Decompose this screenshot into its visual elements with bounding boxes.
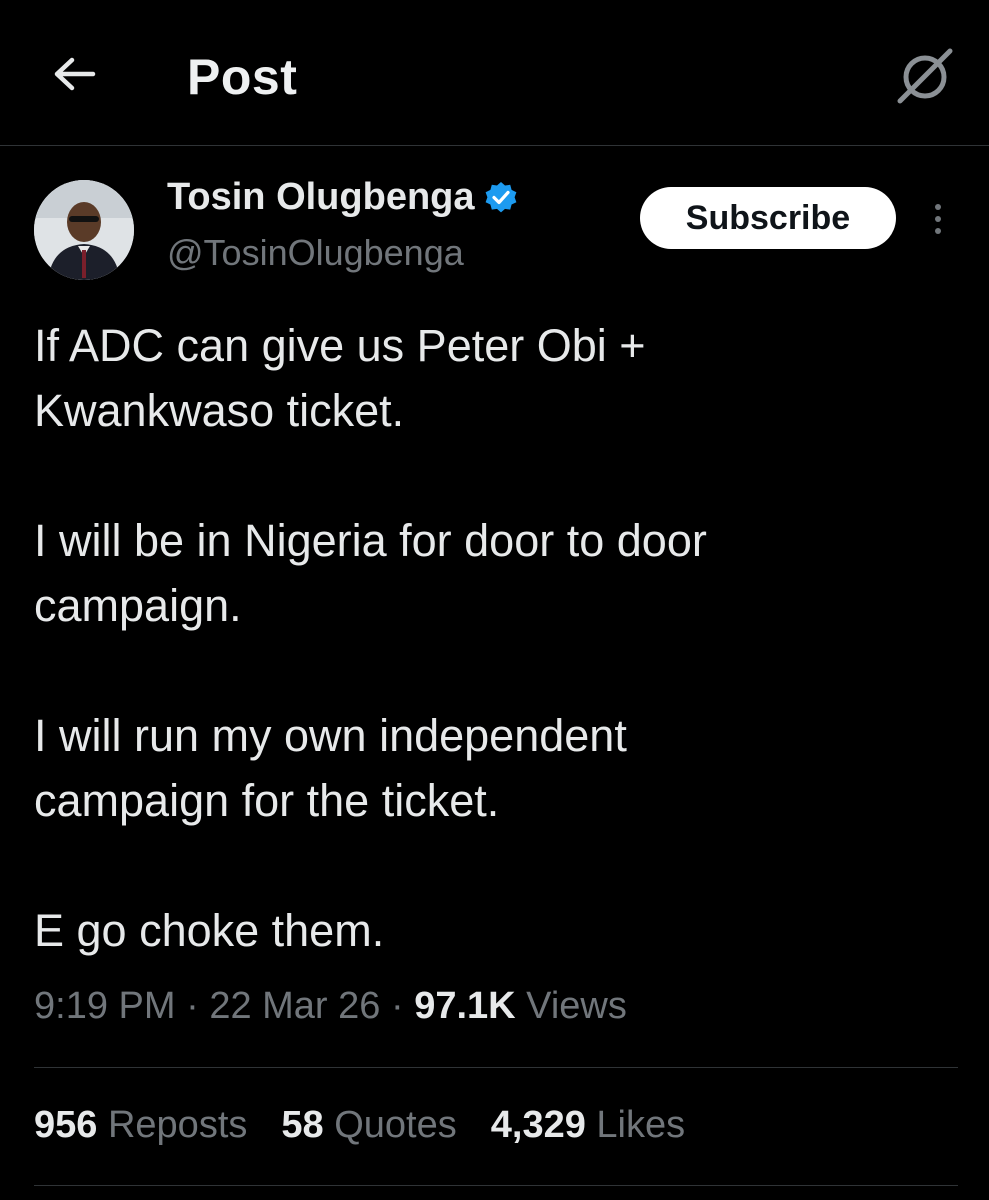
bottom-divider <box>34 1185 958 1186</box>
tweet-line: I will run my own independent <box>34 710 627 761</box>
post-meta: 9:19 PM · 22 Mar 26 · 97.1K Views <box>34 985 627 1028</box>
quotes-stat[interactable]: 58 Quotes <box>281 1104 456 1147</box>
author-handle[interactable]: @TosinOlugbenga <box>167 232 464 274</box>
back-button[interactable] <box>46 46 102 102</box>
views-label[interactable]: Views <box>526 985 627 1027</box>
post-date[interactable]: 22 Mar 26 <box>209 985 380 1027</box>
tweet-line: E go choke them. <box>34 905 385 956</box>
tweet-line: If ADC can give us Peter Obi + <box>34 320 646 371</box>
top-bar: Post <box>0 0 989 146</box>
meta-separator: · <box>390 985 404 1027</box>
quotes-label: Quotes <box>334 1104 457 1146</box>
page-title: Post <box>187 49 298 105</box>
verified-badge-icon <box>485 181 516 212</box>
quotes-count: 58 <box>281 1104 324 1146</box>
more-dot-icon <box>935 228 941 234</box>
tweet-line: Kwankwaso ticket. <box>34 385 405 436</box>
grok-icon <box>897 48 953 104</box>
meta-separator: · <box>186 985 199 1027</box>
post-time[interactable]: 9:19 PM <box>34 985 176 1027</box>
engagement-stats: 956 Reposts 58 Quotes 4,329 Likes <box>34 1104 719 1147</box>
reposts-count: 956 <box>34 1104 98 1146</box>
likes-label: Likes <box>596 1104 686 1146</box>
post-page: Post Tosin Olugbenga @TosinOlugbenga Sub… <box>0 0 989 1200</box>
tweet-line: campaign for the ticket. <box>34 775 500 826</box>
more-options-button[interactable] <box>922 196 954 242</box>
grok-button[interactable] <box>892 44 958 108</box>
reposts-label: Reposts <box>107 1104 248 1146</box>
likes-count: 4,329 <box>490 1104 586 1146</box>
stats-divider <box>34 1067 958 1068</box>
author-name[interactable]: Tosin Olugbenga <box>167 176 475 219</box>
likes-stat[interactable]: 4,329 Likes <box>491 1104 685 1147</box>
avatar-image <box>34 180 134 280</box>
tweet-line: I will be in Nigeria for door to door <box>34 515 707 566</box>
more-dot-icon <box>935 216 941 222</box>
views-count[interactable]: 97.1K <box>414 985 515 1027</box>
tweet-text: If ADC can give us Peter Obi + Kwankwaso… <box>34 313 934 963</box>
tweet-line: campaign. <box>34 580 242 631</box>
header-divider <box>0 145 989 146</box>
author-name-row[interactable]: Tosin Olugbenga <box>167 176 519 219</box>
subscribe-button[interactable]: Subscribe <box>640 187 896 249</box>
avatar[interactable] <box>34 180 134 280</box>
reposts-stat[interactable]: 956 Reposts <box>34 1104 247 1147</box>
more-dot-icon <box>935 204 941 210</box>
arrow-left-icon <box>54 57 96 91</box>
